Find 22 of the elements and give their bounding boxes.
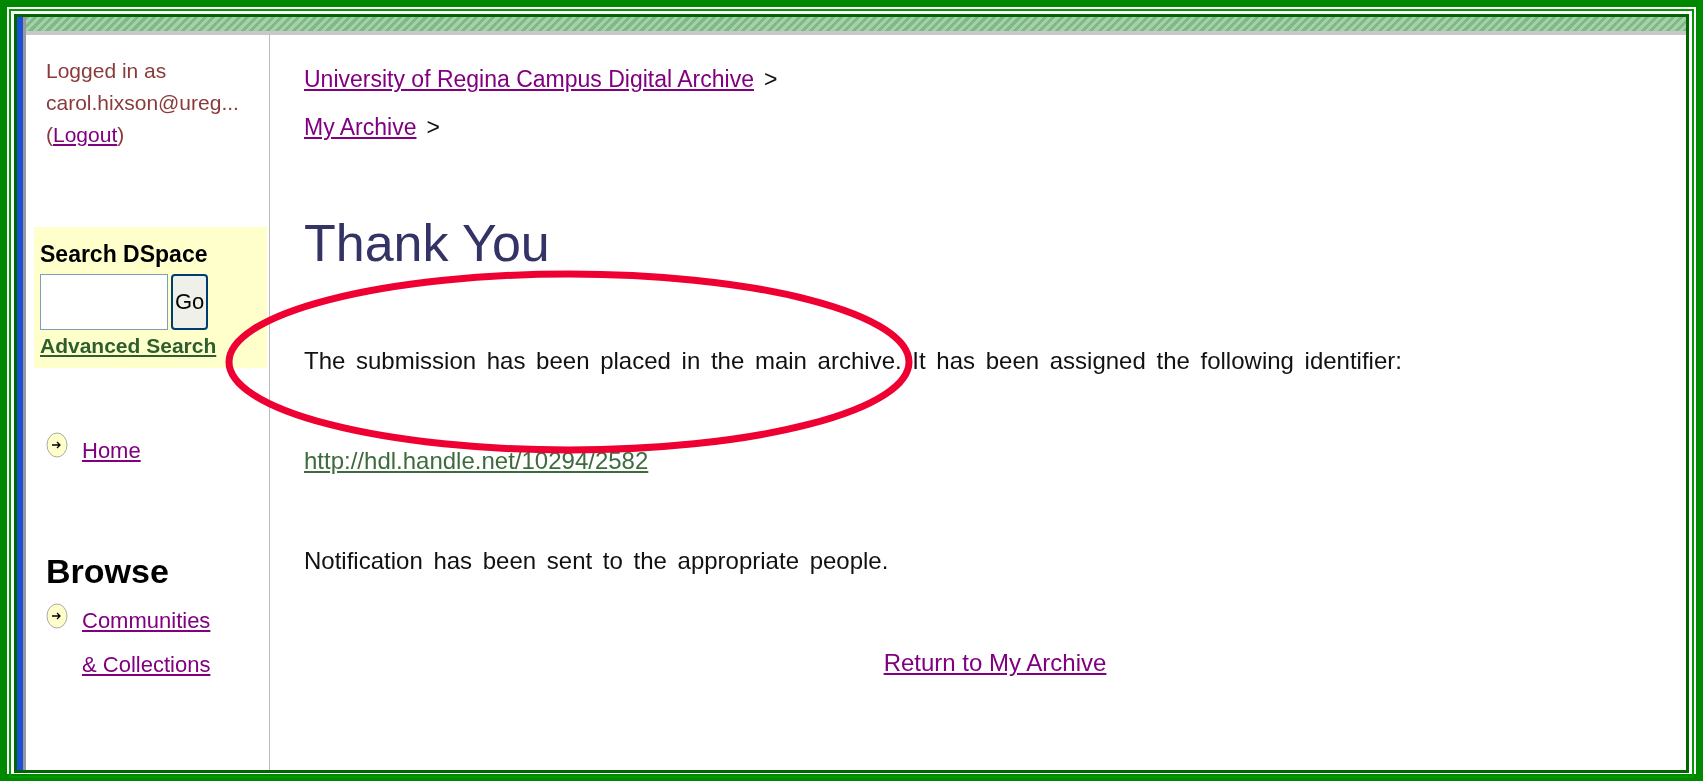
arrow-bullet-icon [46, 432, 68, 458]
login-status-text: Logged in as carol.hixson@ureg... [46, 58, 240, 116]
browse-link[interactable]: Communities & Collections [82, 599, 222, 687]
search-title: Search DSpace [40, 241, 209, 268]
breadcrumb-link[interactable]: My Archive [304, 114, 417, 140]
search-field[interactable] [40, 274, 168, 330]
go-button[interactable]: Go [171, 274, 209, 330]
advanced-search-link[interactable]: Advanced Search [40, 334, 261, 358]
parenthesis: ) [117, 123, 125, 146]
home-link[interactable]: Home [82, 428, 141, 474]
handle-link[interactable]: http://hdl.handle.net/10294/2582 [304, 447, 649, 474]
logout-link[interactable]: Logout [53, 123, 118, 146]
breadcrumb-separator: > [763, 66, 778, 92]
notification-text: Notification has been sent to the appropriate people. [304, 547, 890, 575]
browse-title: Browse [46, 552, 170, 591]
breadcrumb-link[interactable]: University of Regina Campus Digital Archive [304, 66, 754, 92]
parenthesis: ( [46, 123, 53, 146]
message-text: The submission has been placed in the main archive. It has been assigned the following identifier: [304, 347, 1403, 375]
return-link[interactable]: Return to My Archive [883, 649, 1107, 676]
page-heading: Thank You [304, 213, 551, 273]
breadcrumb-separator: > [426, 114, 440, 140]
arrow-bullet-icon [46, 603, 68, 629]
